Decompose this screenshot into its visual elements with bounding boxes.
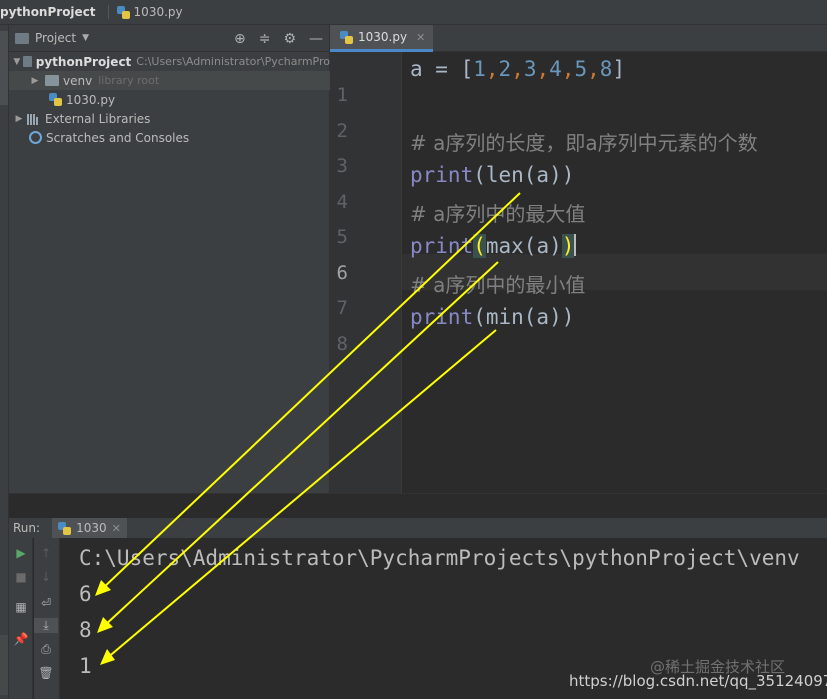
tree-item-label: External Libraries (45, 111, 151, 126)
line-number: 8 (336, 333, 348, 355)
project-tool-window-tab[interactable] (0, 31, 8, 105)
folder-icon (45, 75, 59, 86)
python-file-icon (116, 5, 130, 19)
close-icon[interactable]: ✕ (416, 31, 425, 44)
line-number: 2 (336, 120, 348, 142)
locate-icon[interactable]: ⊕ (234, 31, 246, 47)
run-tab-1030[interactable]: 1030 ✕ (52, 518, 127, 538)
line-number: 3 (336, 155, 348, 177)
watermark-url: https://blog.csdn.net/qq_35124097 (569, 672, 827, 690)
project-panel-title[interactable]: Project (35, 31, 76, 45)
tree-item-hint: library root (98, 74, 160, 87)
arrow-up-icon[interactable]: ↑ (34, 546, 58, 560)
line-number-current: 6 (336, 262, 348, 284)
project-panel: Project ▼ ⊕ ≑ ⚙ — ▼ pythonProject C:\Use… (9, 25, 330, 493)
console-command: C:\Users\Administrator\PycharmProjects\p… (79, 546, 800, 570)
chevron-down-icon[interactable]: ▼ (13, 57, 21, 67)
run-toolbar-secondary: ↑ ↓ ⏎ ⤓ ⎙ 🗑 (34, 538, 60, 699)
code-line-6[interactable]: print(max(a)) (410, 234, 577, 258)
close-icon[interactable]: ✕ (112, 522, 121, 535)
python-file-icon (340, 30, 353, 44)
python-file-icon (49, 93, 62, 106)
code-line-5[interactable]: # a序列中的最大值 (410, 198, 585, 227)
code-line-3[interactable]: # a序列的长度，即a序列中元素的个数 (410, 127, 758, 156)
project-panel-header: Project ▼ ⊕ ≑ ⚙ — (9, 25, 329, 52)
code-line-4[interactable]: print(len(a)) (410, 163, 574, 187)
code-line-8[interactable]: print(min(a)) (410, 305, 574, 329)
chevron-down-icon[interactable]: ▼ (82, 33, 89, 43)
project-panel-toolbar: ⊕ ≑ ⚙ — (234, 25, 323, 52)
breadcrumb-separator (107, 5, 109, 19)
tree-item-external-libraries[interactable]: ▶ External Libraries (13, 109, 151, 128)
arrow-down-icon[interactable]: ↓ (34, 570, 58, 584)
line-number-gutter: 1 2 3 4 5 6 7 8 (330, 52, 402, 493)
tab-1030-py[interactable]: 1030.py ✕ (330, 25, 434, 52)
run-tab-label: 1030 (76, 521, 107, 535)
line-number: 5 (336, 226, 348, 248)
tree-item-venv[interactable]: ▶ venv library root (9, 71, 330, 90)
console-output-line: 8 (79, 618, 92, 642)
rerun-icon[interactable]: ▶ (9, 546, 33, 560)
left-tool-stripe (0, 25, 9, 699)
tree-item-1030-py[interactable]: 1030.py (49, 90, 115, 109)
chevron-right-icon[interactable]: ▶ (29, 76, 41, 86)
print-icon[interactable]: ⎙ (34, 642, 58, 657)
scratches-icon (29, 131, 42, 144)
chevron-right-icon[interactable]: ▶ (13, 114, 25, 124)
project-view-icon (15, 32, 29, 44)
run-toolbar-primary: ▶ ■ ▦ 📌 (9, 538, 33, 699)
structure-tool-window-tab[interactable] (0, 635, 8, 695)
navigation-bar: pythonProject 1030.py (0, 0, 827, 25)
python-file-icon (58, 521, 72, 535)
code-line-1[interactable]: a = [1,2,3,4,5,8] (410, 57, 625, 81)
libraries-icon (27, 113, 41, 125)
text-caret (574, 234, 577, 256)
gear-icon[interactable]: ⚙ (283, 31, 296, 47)
minimize-icon[interactable]: — (309, 31, 323, 47)
breadcrumb-file-label: 1030.py (133, 5, 183, 19)
tree-item-label: venv (63, 73, 93, 88)
tree-item-pythonproject[interactable]: ▼ pythonProject C:\Users\Administrator\P… (13, 52, 330, 71)
layout-icon[interactable]: ▦ (9, 600, 33, 614)
line-number: 7 (336, 297, 348, 319)
run-panel-header: Run: 1030 ✕ (9, 518, 827, 538)
trash-icon[interactable]: 🗑 (34, 666, 58, 680)
tree-item-label: Scratches and Consoles (46, 130, 190, 145)
tab-label: 1030.py (358, 30, 408, 44)
stop-icon[interactable]: ■ (9, 570, 33, 584)
breadcrumb-project[interactable]: pythonProject (0, 5, 102, 19)
scroll-to-end-icon[interactable]: ⤓ (34, 618, 58, 633)
run-label: Run: (13, 521, 41, 535)
code-line-7[interactable]: # a序列中的最小值 (410, 269, 585, 298)
pin-icon[interactable]: 📌 (9, 632, 33, 646)
folder-icon (22, 56, 32, 67)
editor-tab-bar: 1030.py ✕ (330, 25, 827, 52)
line-number: 4 (336, 191, 348, 213)
tree-item-label: 1030.py (66, 92, 116, 107)
line-number: 1 (336, 84, 348, 106)
collapse-all-icon[interactable]: ≑ (259, 31, 271, 47)
console-output-line: 1 (79, 654, 92, 678)
tree-item-label: pythonProject (35, 54, 132, 69)
soft-wrap-icon[interactable]: ⏎ (34, 596, 58, 610)
tree-item-scratches[interactable]: Scratches and Consoles (29, 128, 189, 147)
tree-item-path: C:\Users\Administrator\PycharmPro (136, 55, 330, 68)
breadcrumb-file[interactable]: 1030.py (116, 5, 183, 19)
code-editor: 1030.py ✕ 1 2 3 4 5 6 7 8 a = [1,2,3,4,5… (330, 25, 827, 493)
console-output-line: 6 (79, 582, 92, 606)
